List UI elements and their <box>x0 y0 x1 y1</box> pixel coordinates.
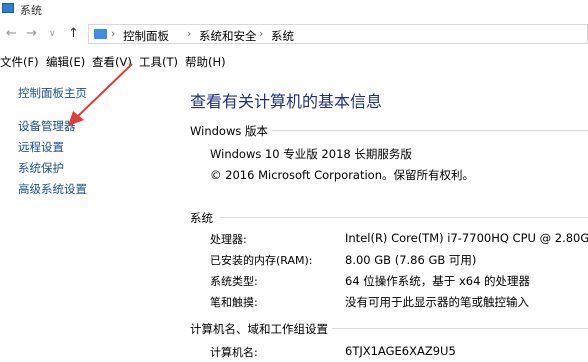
window-title: 系统 <box>20 4 42 17</box>
breadcrumb-control-panel[interactable]: 控制面板 <box>123 28 169 44</box>
forward-button[interactable]: → <box>26 26 37 42</box>
sidebar-item-system-protection[interactable]: 系统保护 <box>18 160 64 176</box>
processor-label: 处理器: <box>210 233 247 246</box>
windows-edition-title: Windows 版本 <box>190 124 268 138</box>
back-button[interactable]: ← <box>6 26 17 42</box>
sidebar-item-advanced-settings[interactable]: 高级系统设置 <box>18 181 87 197</box>
memory-value: 8.00 GB (7.86 GB 可用) <box>345 253 477 267</box>
computer-name-section-title: 计算机名、域和工作组设置 <box>190 322 328 336</box>
windows-copyright: © 2016 Microsoft Corporation。保留所有权利。 <box>210 168 474 182</box>
breadcrumb-system[interactable]: 系统 <box>271 28 294 44</box>
navigation-bar: ← → ∨ ↑ › 控制面板 › 系统和安全 › 系统 <box>0 22 588 46</box>
control-panel-icon <box>94 29 107 39</box>
windows-edition-name: Windows 10 专业版 2018 长期服务版 <box>210 147 412 161</box>
pen-touch-value: 没有可用于此显示器的笔或触控输入 <box>345 295 529 309</box>
computer-name-value: 6TJX1AGE6XAZ9U5 <box>345 344 456 358</box>
breadcrumb-separator[interactable]: › <box>187 27 191 40</box>
memory-label: 已安装的内存(RAM): <box>210 254 313 267</box>
menu-help[interactable]: 帮助(H) <box>185 54 226 70</box>
breadcrumb-separator[interactable]: › <box>111 27 115 40</box>
address-bar[interactable]: › 控制面板 › 系统和安全 › 系统 <box>88 24 588 44</box>
breadcrumb-separator[interactable]: › <box>259 27 263 40</box>
processor-value: Intel(R) Core(TM) i7-7700HQ CPU @ 2.80GH… <box>345 231 588 245</box>
section-divider <box>332 328 588 329</box>
recent-locations-dropdown[interactable]: ∨ <box>49 26 56 42</box>
up-button[interactable]: ↑ <box>68 26 79 42</box>
pen-touch-label: 笔和触摸: <box>210 296 258 309</box>
menu-file[interactable]: 文件(F) <box>0 54 39 70</box>
system-type-label: 系统类型: <box>210 275 258 288</box>
breadcrumb-system-security[interactable]: 系统和安全 <box>199 28 257 44</box>
system-type-value: 64 位操作系统，基于 x64 的处理器 <box>345 274 531 288</box>
menu-tools[interactable]: 工具(T) <box>139 54 178 70</box>
system-window-icon <box>2 3 14 13</box>
system-section-title: 系统 <box>190 211 213 225</box>
sidebar-item-remote-settings[interactable]: 远程设置 <box>18 139 64 155</box>
page-title: 查看有关计算机的基本信息 <box>190 92 383 111</box>
title-bar: 系统 <box>0 0 588 18</box>
annotation-arrow-icon <box>68 63 133 126</box>
section-divider <box>272 130 588 131</box>
section-divider <box>220 217 588 218</box>
computer-name-label: 计算机名: <box>210 346 258 359</box>
